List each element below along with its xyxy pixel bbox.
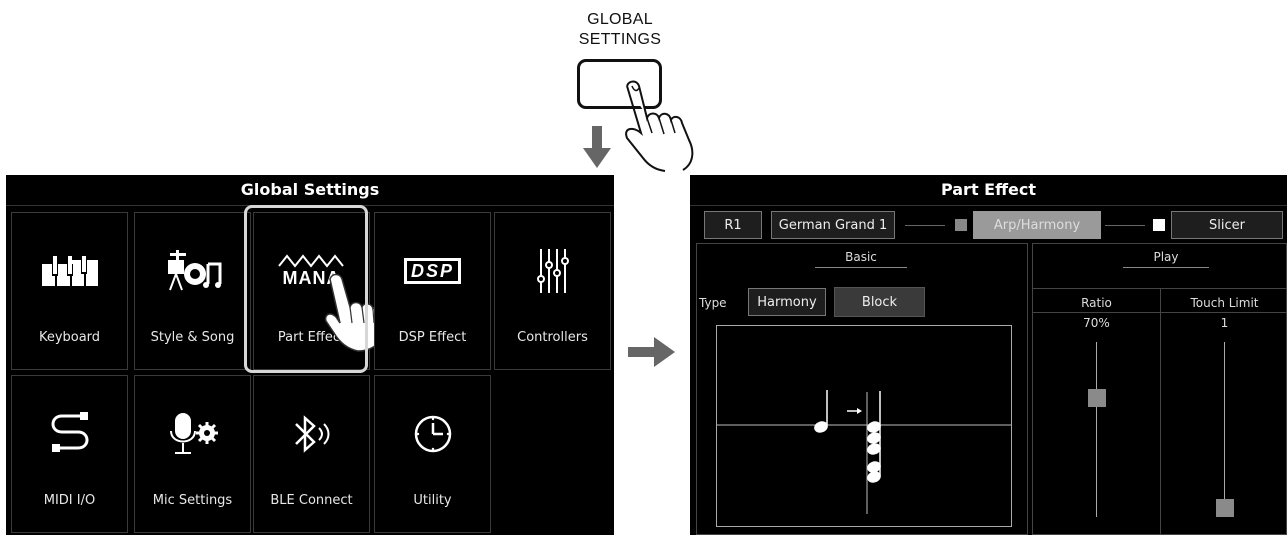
cable-icon xyxy=(51,412,88,452)
touch-limit-slider-track[interactable] xyxy=(1224,342,1225,517)
part-select-button[interactable]: R1 xyxy=(704,211,762,239)
touch-limit-slider-thumb[interactable] xyxy=(1216,499,1234,517)
arp-harmony-tab[interactable]: Arp/Harmony xyxy=(973,211,1101,239)
tile-label: DSP Effect xyxy=(398,330,467,345)
global-settings-hardware-label: GLOBAL SETTINGS xyxy=(560,10,680,50)
mic-gear-icon xyxy=(169,413,218,454)
touch-limit-value: 1 xyxy=(1220,316,1229,330)
type-select[interactable]: Harmony xyxy=(748,288,826,316)
tile-style-song[interactable]: Style & Song xyxy=(134,212,251,370)
selection-highlight xyxy=(244,205,368,373)
tile-label: Mic Settings xyxy=(152,493,233,508)
notation-diagram xyxy=(717,390,1011,514)
tile-label: Style & Song xyxy=(150,330,235,345)
tile-label: Controllers xyxy=(517,330,588,345)
arp-harmony-checkbox[interactable] xyxy=(955,219,967,231)
tile-controllers[interactable]: Controllers xyxy=(494,212,611,370)
drums-icon xyxy=(167,250,221,291)
tile-keyboard[interactable]: Keyboard xyxy=(11,212,128,370)
sliders-icon xyxy=(536,249,569,293)
tile-label: BLE Connect xyxy=(270,493,353,508)
pointing-hand-icon xyxy=(625,80,694,172)
dsp-icon: DSP xyxy=(403,258,461,284)
clock-icon xyxy=(414,415,451,453)
play-panel: Play Ratio Touch Limit 70% 1 xyxy=(1032,243,1287,535)
tile-label: Keyboard xyxy=(38,330,101,345)
mode-block-button[interactable]: Block xyxy=(834,287,925,317)
tile-mic-settings[interactable]: Mic Settings xyxy=(134,375,251,533)
tile-label: MIDI I/O xyxy=(43,493,96,508)
down-arrow-icon xyxy=(583,126,611,168)
play-header: Play xyxy=(1123,250,1209,268)
voice-select-button[interactable]: German Grand 1 xyxy=(771,211,895,239)
type-label: Type xyxy=(699,296,727,310)
tile-dsp-effect[interactable]: DSP DSP Effect xyxy=(374,212,491,370)
ratio-slider-thumb[interactable] xyxy=(1088,389,1106,408)
slicer-tab[interactable]: Slicer xyxy=(1171,211,1283,239)
touch-limit-label: Touch Limit xyxy=(1190,296,1259,310)
basic-header: Basic xyxy=(815,250,907,268)
tile-ble-connect[interactable]: BLE Connect xyxy=(253,375,370,533)
keyboard-icon xyxy=(41,256,98,286)
tile-label: Utility xyxy=(413,493,452,508)
slicer-checkbox[interactable] xyxy=(1153,219,1165,231)
harmony-preview xyxy=(716,325,1012,527)
right-arrow-icon xyxy=(628,337,675,367)
connector-line xyxy=(1105,225,1145,226)
hardware-label-line1: GLOBAL xyxy=(587,11,653,28)
hardware-label-line2: SETTINGS xyxy=(578,31,662,48)
tile-utility[interactable]: Utility xyxy=(374,375,491,533)
ratio-slider-track[interactable] xyxy=(1096,342,1097,517)
screen-title: Part Effect xyxy=(690,175,1287,206)
tile-midi-io[interactable]: MIDI I/O xyxy=(11,375,128,533)
connector-line xyxy=(905,225,945,226)
part-effect-screen: Part Effect R1 German Grand 1 Arp/Harmon… xyxy=(690,175,1287,535)
ratio-label: Ratio xyxy=(1081,296,1112,310)
bluetooth-icon xyxy=(294,415,329,453)
ratio-value: 70% xyxy=(1083,316,1110,330)
basic-panel: Basic Type Harmony Block xyxy=(696,243,1028,535)
screen-title: Global Settings xyxy=(6,175,614,206)
